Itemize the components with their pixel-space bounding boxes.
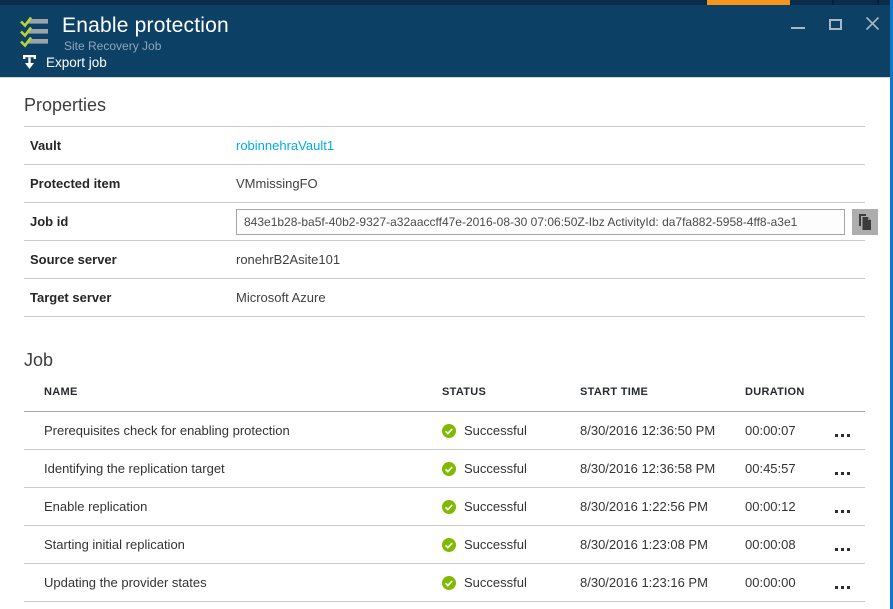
property-value-protected-item: VMmissingFO (236, 176, 865, 191)
task-duration: 00:00:00 (745, 575, 835, 590)
task-start-time: 8/30/2016 12:36:58 PM (580, 461, 745, 476)
column-header-duration: DURATION (745, 386, 835, 398)
title-block: Enable protection Site Recovery Job (62, 14, 229, 53)
task-name: Prerequisites check for enabling protect… (24, 423, 442, 438)
minimize-button[interactable] (790, 14, 806, 32)
properties-heading: Properties (24, 78, 865, 118)
property-row-source-server: Source server ronehrB2Asite101 (24, 241, 865, 279)
export-download-icon (22, 54, 37, 71)
task-menu-button[interactable] (835, 539, 865, 551)
column-header-name: NAME (24, 386, 442, 398)
success-check-icon (442, 462, 456, 476)
page-subtitle: Site Recovery Job (62, 39, 229, 53)
checklist-icon (20, 16, 50, 48)
table-header-row: NAME STATUS START TIME DURATION (24, 373, 865, 412)
ellipsis-icon (835, 510, 850, 513)
column-header-start-time: START TIME (580, 386, 745, 398)
property-row-protected-item: Protected item VMmissingFO (24, 165, 865, 203)
copy-button[interactable] (852, 209, 878, 235)
job-task-row: Enable replication Successful 8/30/2016 … (24, 488, 865, 526)
property-value-wrap: robinnehraVault1 (236, 138, 865, 153)
page-title: Enable protection (62, 14, 229, 38)
task-status: Successful (442, 499, 580, 514)
maximize-icon (829, 19, 842, 30)
task-status: Successful (442, 575, 580, 590)
task-menu-button[interactable] (835, 577, 865, 589)
success-check-icon (442, 538, 456, 552)
vault-link[interactable]: robinnehraVault1 (236, 138, 334, 153)
task-status: Successful (442, 423, 580, 438)
task-menu-button[interactable] (835, 463, 865, 475)
property-label-source-server: Source server (24, 252, 236, 267)
toolbar: Export job (0, 52, 111, 73)
maximize-button[interactable] (827, 14, 843, 32)
success-check-icon (442, 500, 456, 514)
property-label-target-server: Target server (24, 290, 236, 305)
property-value-wrap (236, 209, 878, 235)
blade-body: Properties Vault robinnehraVault1 Protec… (0, 78, 893, 602)
close-icon (865, 16, 880, 31)
task-status-label: Successful (464, 423, 527, 438)
task-status-label: Successful (464, 537, 527, 552)
task-menu-button[interactable] (835, 425, 865, 437)
column-header-status: STATUS (442, 386, 580, 398)
export-job-button[interactable]: Export job (22, 52, 111, 73)
task-status-label: Successful (464, 575, 527, 590)
job-task-row: Starting initial replication Successful … (24, 526, 865, 564)
task-start-time: 8/30/2016 1:22:56 PM (580, 499, 745, 514)
property-row-job-id: Job id (24, 203, 865, 241)
task-name: Updating the provider states (24, 575, 442, 590)
task-menu-button[interactable] (835, 501, 865, 513)
job-task-row: Updating the provider states Successful … (24, 564, 865, 602)
property-row-vault: Vault robinnehraVault1 (24, 127, 865, 165)
job-id-input[interactable] (236, 209, 845, 235)
task-name: Identifying the replication target (24, 461, 442, 476)
job-task-table: NAME STATUS START TIME DURATION Prerequi… (24, 373, 865, 602)
property-value-source-server: ronehrB2Asite101 (236, 252, 865, 267)
job-heading: Job (24, 347, 865, 373)
task-status-label: Successful (464, 499, 527, 514)
copy-icon (858, 214, 872, 230)
job-task-row: Prerequisites check for enabling protect… (24, 412, 865, 450)
ellipsis-icon (835, 434, 850, 437)
site-recovery-job-window: Enable protection Site Recovery Job Expo… (0, 0, 893, 609)
close-button[interactable] (864, 14, 880, 32)
blade-header: Enable protection Site Recovery Job Expo… (0, 5, 893, 78)
success-check-icon (442, 424, 456, 438)
task-start-time: 8/30/2016 12:36:50 PM (580, 423, 745, 438)
task-duration: 00:00:08 (745, 537, 835, 552)
property-row-target-server: Target server Microsoft Azure (24, 279, 865, 317)
title-row: Enable protection Site Recovery Job (0, 5, 893, 53)
export-job-label: Export job (46, 55, 107, 70)
ellipsis-icon (835, 548, 850, 551)
task-status: Successful (442, 537, 580, 552)
success-check-icon (442, 576, 456, 590)
task-name: Enable replication (24, 499, 442, 514)
task-start-time: 8/30/2016 1:23:08 PM (580, 537, 745, 552)
task-duration: 00:45:57 (745, 461, 835, 476)
task-status: Successful (442, 461, 580, 476)
properties-list: Vault robinnehraVault1 Protected item VM… (24, 126, 865, 317)
task-start-time: 8/30/2016 1:23:16 PM (580, 575, 745, 590)
job-task-row: Identifying the replication target Succe… (24, 450, 865, 488)
minimize-icon (791, 27, 805, 29)
task-status-label: Successful (464, 461, 527, 476)
ellipsis-icon (835, 472, 850, 475)
task-name: Starting initial replication (24, 537, 442, 552)
property-label-protected-item: Protected item (24, 176, 236, 191)
window-controls (790, 14, 880, 32)
property-value-target-server: Microsoft Azure (236, 290, 865, 305)
property-label-vault: Vault (24, 138, 236, 153)
task-duration: 00:00:12 (745, 499, 835, 514)
task-duration: 00:00:07 (745, 423, 835, 438)
property-label-job-id: Job id (24, 214, 236, 229)
ellipsis-icon (835, 586, 850, 589)
